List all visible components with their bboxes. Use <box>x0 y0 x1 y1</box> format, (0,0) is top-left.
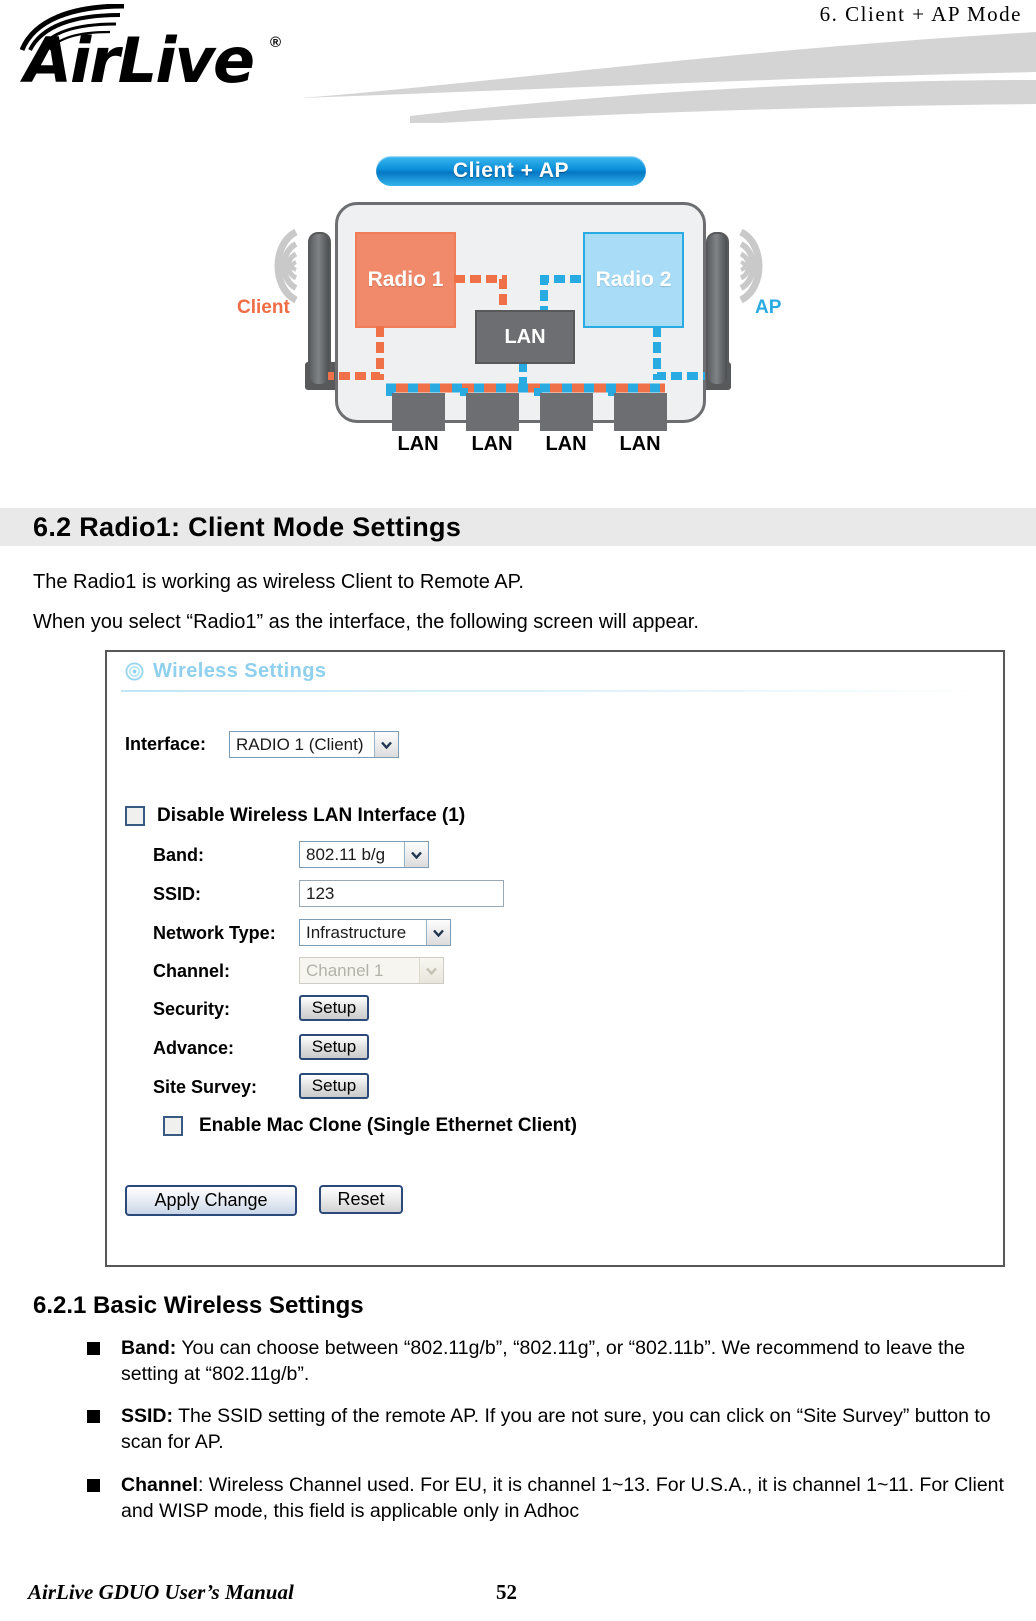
reset-button[interactable]: Reset <box>319 1185 403 1214</box>
lan-port-2 <box>466 393 519 431</box>
lan-port-4 <box>614 393 667 431</box>
client-side-label: Client <box>237 297 290 318</box>
advance-label: Advance: <box>153 1038 235 1058</box>
bullet-square-icon <box>87 1479 100 1492</box>
bullet-term: SSID: <box>121 1405 174 1427</box>
bullet-body: The SSID setting of the remote AP. If yo… <box>121 1405 991 1454</box>
mac-clone-checkbox[interactable] <box>163 1116 183 1136</box>
client-ap-mode-diagram: Client + AP Radio 1 Radio 2 LAN LAN LAN … <box>200 140 840 460</box>
security-setup-button[interactable]: Setup <box>299 995 369 1021</box>
bullet-square-icon <box>87 1342 100 1355</box>
bullet-square-icon <box>87 1410 100 1423</box>
chevron-down-icon <box>419 958 443 983</box>
bullet-text: SSID: The SSID setting of the remote AP.… <box>121 1403 1025 1455</box>
bullet-body: You can choose between “802.11g/b”, “802… <box>121 1337 966 1386</box>
section-heading-band: 6.2 Radio1: Client Mode Settings <box>0 508 1036 546</box>
registered-mark: ® <box>270 34 282 51</box>
lan-port-caption-1: LAN <box>397 433 439 455</box>
airlive-logo-text: AirLive <box>24 24 255 97</box>
diagram-connection-paths <box>328 275 705 396</box>
footer-page-number: 52 <box>496 1580 517 1604</box>
mac-clone-label: Enable Mac Clone (Single Ethernet Client… <box>199 1115 577 1136</box>
band-select[interactable]: 802.11 b/g <box>299 841 429 868</box>
lan-switch-label: LAN <box>504 325 546 348</box>
ssid-input[interactable]: 123 <box>299 880 504 907</box>
lan-port-caption-4: LAN <box>619 433 661 455</box>
chevron-down-icon[interactable] <box>426 920 450 945</box>
chapter-header: 6. Client + AP Mode <box>819 2 1022 26</box>
bullet-term: Band: <box>121 1337 177 1359</box>
lan-port-3 <box>540 393 593 431</box>
interface-select-value: RADIO 1 (Client) <box>236 734 364 754</box>
subsection-heading: 6.2.1 Basic Wireless Settings <box>33 1292 364 1319</box>
interface-label: Interface: <box>125 734 207 754</box>
footer-manual-title: AirLive GDUO User’s Manual <box>28 1580 294 1604</box>
interface-select[interactable]: RADIO 1 (Client) <box>229 731 399 758</box>
network-type-select-value: Infrastructure <box>306 922 407 942</box>
chevron-down-icon[interactable] <box>404 842 428 867</box>
page-footer: AirLive GDUO User’s Manual 52 <box>0 1580 1036 1614</box>
list-item: Band: You can choose between “802.11g/b”… <box>87 1335 1025 1387</box>
lan-port-caption-3: LAN <box>545 433 587 455</box>
site-survey-label: Site Survey: <box>153 1077 258 1097</box>
lan-port-1 <box>392 393 445 431</box>
network-type-label: Network Type: <box>153 923 276 943</box>
advance-setup-button[interactable]: Setup <box>299 1034 369 1060</box>
ap-side-label: AP <box>755 297 782 318</box>
disable-wireless-checkbox[interactable] <box>125 806 145 826</box>
channel-select: Channel 1 <box>299 957 444 984</box>
bullet-text: Band: You can choose between “802.11g/b”… <box>121 1335 1025 1387</box>
panel-title-row: Wireless Settings <box>125 660 326 683</box>
intro-paragraph-1: The Radio1 is working as wireless Client… <box>33 571 524 593</box>
page-header: AirLive ® 6. Client + AP Mode <box>0 0 1036 123</box>
apply-change-button[interactable]: Apply Change <box>125 1185 297 1216</box>
band-label: Band: <box>153 845 204 865</box>
panel-divider <box>121 690 987 692</box>
wireless-settings-panel: Wireless Settings Interface: RADIO 1 (Cl… <box>105 650 1005 1267</box>
target-icon <box>125 662 144 681</box>
airlive-logo: AirLive ® <box>8 4 308 104</box>
bullet-body: : Wireless Channel used. For EU, it is c… <box>121 1474 1004 1523</box>
panel-title: Wireless Settings <box>153 660 327 682</box>
site-survey-setup-button[interactable]: Setup <box>299 1073 369 1099</box>
chevron-down-icon[interactable] <box>374 732 398 757</box>
list-item: SSID: The SSID setting of the remote AP.… <box>87 1403 1025 1455</box>
header-swoosh-decoration <box>300 32 1036 123</box>
lan-switch-block: LAN <box>475 310 575 364</box>
list-item: Channel: Wireless Channel used. For EU, … <box>87 1472 1025 1524</box>
bullet-term: Channel <box>121 1474 198 1496</box>
channel-select-value: Channel 1 <box>306 960 384 980</box>
disable-wireless-label: Disable Wireless LAN Interface (1) <box>157 805 466 826</box>
security-label: Security: <box>153 999 231 1019</box>
section-heading-text: 6.2 Radio1: Client Mode Settings <box>33 511 462 542</box>
lan-port-caption-2: LAN <box>471 433 513 455</box>
bullet-text: Channel: Wireless Channel used. For EU, … <box>121 1472 1025 1524</box>
channel-label: Channel: <box>153 961 231 981</box>
ssid-label: SSID: <box>153 884 202 904</box>
network-type-select[interactable]: Infrastructure <box>299 919 451 946</box>
band-select-value: 802.11 b/g <box>306 844 386 864</box>
intro-paragraph-2: When you select “Radio1” as the interfac… <box>33 611 699 633</box>
